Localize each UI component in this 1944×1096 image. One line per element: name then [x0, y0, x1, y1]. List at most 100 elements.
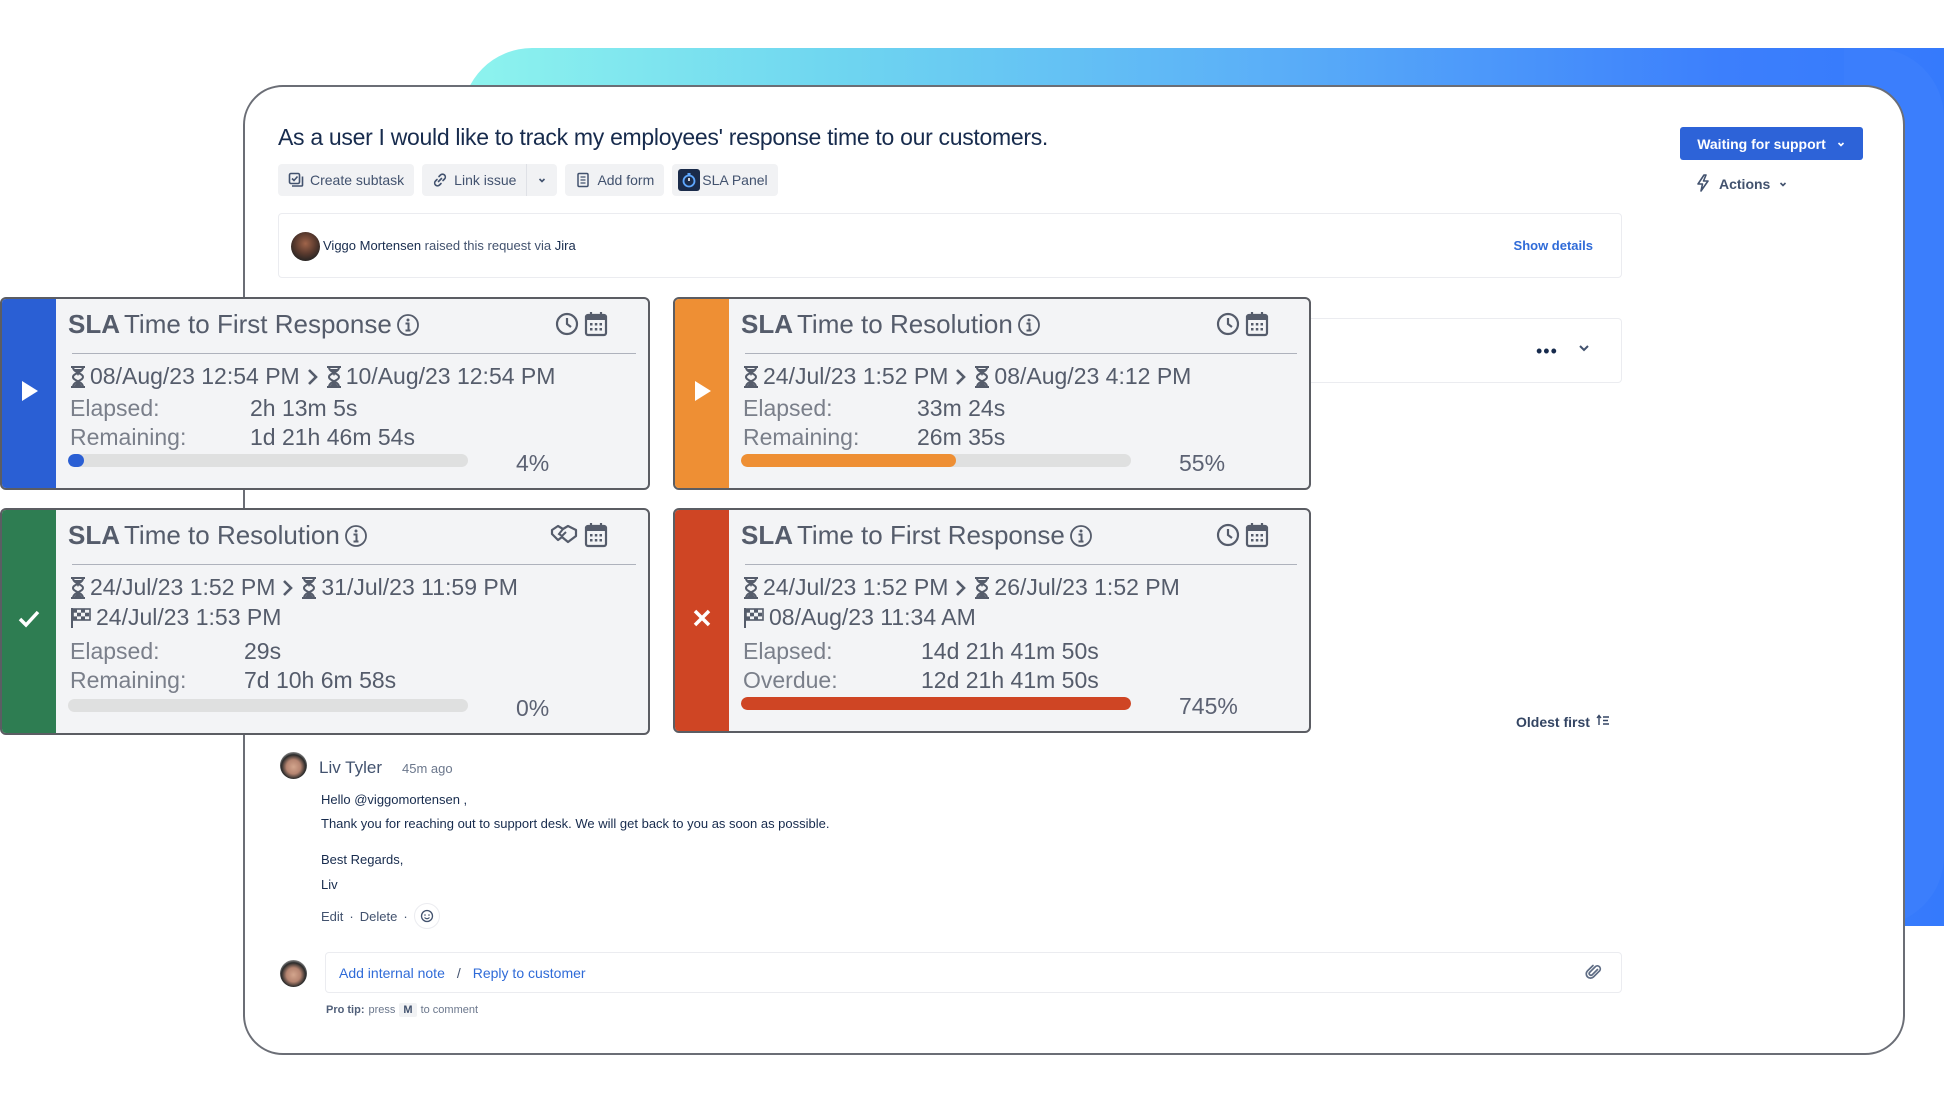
more-options-icon[interactable]: •••	[1536, 341, 1558, 362]
comment-editor-box[interactable]: Add internal note / Reply to customer	[325, 952, 1622, 993]
chevron-down-icon[interactable]	[1577, 341, 1591, 360]
link-issue-dropdown-button[interactable]	[527, 164, 557, 196]
reporter-name[interactable]: Viggo Mortensen	[323, 238, 421, 253]
reporter-avatar[interactable]	[291, 232, 320, 261]
sla-row-label: Remaining:	[743, 424, 860, 450]
calendar-icon[interactable]	[584, 522, 608, 553]
sort-order-button[interactable]: Oldest first	[1516, 713, 1610, 730]
sla-row-value: 12d 21h 41m 50s	[921, 667, 1099, 693]
link-icon	[432, 172, 448, 188]
delete-comment-link[interactable]: Delete	[360, 909, 398, 924]
create-subtask-label: Create subtask	[310, 172, 405, 188]
create-subtask-button[interactable]: Create subtask	[278, 164, 415, 196]
sla-completed-value: 08/Aug/23 11:34 AM	[769, 604, 976, 630]
link-issue-split-button: Link issue	[422, 164, 558, 196]
add-internal-note-link[interactable]: Add internal note	[339, 965, 445, 981]
info-icon[interactable]	[396, 313, 420, 337]
sla-row-value: 26m 35s	[917, 424, 1006, 450]
show-details-link[interactable]: Show details	[1514, 238, 1593, 253]
request-channel: Jira	[554, 238, 576, 253]
hourglass-icon	[70, 576, 86, 599]
sla-start-time: 24/Jul/23 1:52 PM	[763, 574, 949, 600]
sla-progress-track	[741, 454, 1131, 467]
info-icon[interactable]	[1069, 524, 1093, 548]
subtask-icon	[288, 172, 304, 188]
comment-author-name[interactable]: Liv Tyler	[319, 758, 382, 778]
sla-percent-label: 4%	[516, 450, 550, 476]
reply-to-customer-link[interactable]: Reply to customer	[473, 965, 586, 981]
sla-status-stripe	[675, 299, 729, 488]
sla-progress-track	[68, 454, 468, 467]
calendar-icon[interactable]	[1245, 522, 1269, 553]
comment-author-avatar[interactable]	[280, 752, 307, 779]
sla-card-divider	[745, 353, 1297, 354]
comment-actions: Edit · Delete ·	[321, 903, 440, 929]
reply-mode-links: Add internal note / Reply to customer	[339, 965, 586, 981]
actions-dropdown-button[interactable]: Actions	[1695, 172, 1788, 196]
sla-prefix: SLA	[68, 309, 120, 339]
link-issue-button[interactable]: Link issue	[422, 164, 526, 196]
sla-card: SLA Time to Resolution 24/Jul/23 1:52 PM 31…	[0, 508, 650, 735]
sla-row-label: Elapsed:	[70, 395, 160, 421]
sla-card-header-icons	[554, 311, 608, 342]
sla-card-header-icons	[1215, 311, 1269, 342]
chevron-right-icon	[954, 367, 968, 387]
sla-percent-label: 55%	[1179, 450, 1226, 476]
sla-card-content: SLA Time to Resolution 24/Jul/23 1:52 PM 08…	[729, 299, 1309, 488]
issue-title: As a user I would like to track my emplo…	[278, 124, 1048, 150]
sla-card-title: SLA Time to Resolution	[68, 520, 368, 551]
separator-dot: ·	[349, 908, 354, 924]
sla-percent-label: 0%	[516, 695, 550, 721]
lightning-icon	[1695, 173, 1711, 195]
sla-panel-button[interactable]: SLA Panel	[672, 164, 778, 196]
info-icon[interactable]	[344, 524, 368, 548]
edit-comment-link[interactable]: Edit	[321, 909, 343, 924]
emoji-icon	[420, 909, 433, 923]
sla-date-range: 24/Jul/23 1:52 PM 31/Jul/23 11:59 PM	[70, 574, 518, 601]
hourglass-icon	[743, 365, 759, 388]
sla-prefix: SLA	[741, 309, 793, 339]
sla-date-range: 24/Jul/23 1:52 PM 08/Aug/23 4:12 PM	[743, 363, 1191, 390]
reply-separator: /	[456, 965, 461, 981]
sla-card-title: SLA Time to First Response	[68, 309, 420, 340]
sla-completed-time: 08/Aug/23 11:34 AM	[743, 604, 976, 631]
sla-card-title: SLA Time to Resolution	[741, 309, 1041, 340]
clock-icon[interactable]	[1215, 311, 1241, 342]
sla-progress-track	[741, 697, 1131, 710]
status-label: Waiting for support	[1697, 135, 1826, 152]
calendar-icon[interactable]	[584, 311, 608, 342]
raised-via-text: raised this request via	[421, 238, 555, 253]
chevron-down-icon	[1836, 136, 1846, 152]
sla-card-divider	[745, 564, 1297, 565]
clock-icon[interactable]	[554, 311, 580, 342]
sla-start-time: 24/Jul/23 1:52 PM	[763, 363, 949, 389]
comment-line-signature: Liv	[321, 877, 338, 892]
sla-completed-time: 24/Jul/23 1:53 PM	[70, 604, 281, 631]
play-icon	[689, 378, 715, 409]
add-form-label: Add form	[597, 172, 655, 188]
sla-row-value: 7d 10h 6m 58s	[244, 667, 397, 693]
info-icon[interactable]	[1017, 313, 1041, 337]
add-form-button[interactable]: Add form	[565, 164, 665, 196]
hourglass-icon	[70, 365, 86, 388]
clock-icon[interactable]	[1215, 522, 1241, 553]
sla-due-time: 08/Aug/23 4:12 PM	[994, 363, 1192, 389]
attachment-icon[interactable]	[1585, 963, 1603, 986]
chevron-right-icon	[954, 578, 968, 598]
sla-card-header-icons	[1215, 522, 1269, 553]
sla-status-stripe	[2, 299, 56, 488]
calendar-icon[interactable]	[1245, 311, 1269, 342]
link-issue-label: Link issue	[454, 172, 517, 188]
sla-name: Time to First Response	[124, 309, 392, 339]
status-dropdown-button[interactable]: Waiting for support	[1680, 127, 1863, 160]
sla-row-label: Overdue:	[743, 667, 838, 693]
sla-row-value: 2h 13m 5s	[250, 395, 358, 421]
actions-label: Actions	[1719, 176, 1771, 192]
add-reaction-button[interactable]	[413, 903, 440, 929]
current-user-avatar	[280, 960, 307, 987]
hourglass-icon	[743, 576, 759, 599]
handshake-icon[interactable]	[550, 522, 580, 553]
chevron-right-icon	[306, 367, 320, 387]
pro-tip: Pro tip: press M to comment	[326, 1003, 478, 1017]
hourglass-icon	[974, 576, 990, 599]
